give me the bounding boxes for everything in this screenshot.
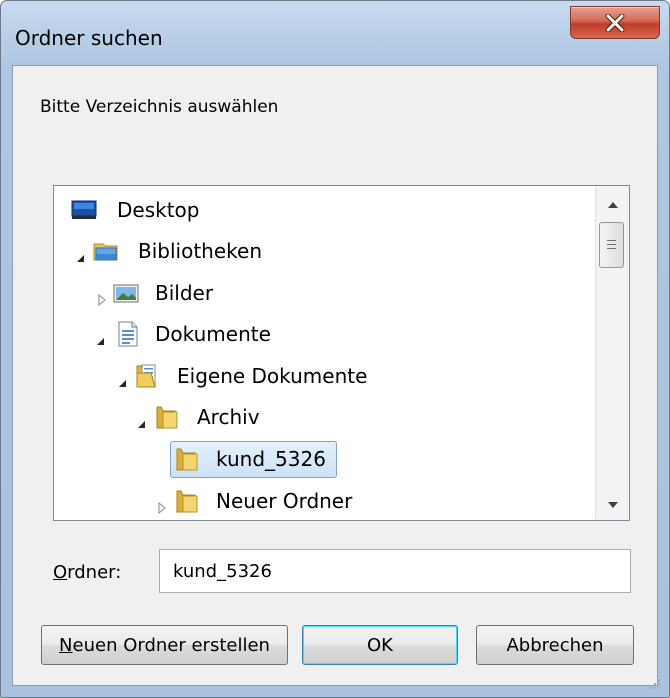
folder-icon [175, 446, 199, 471]
documents-library-icon [115, 321, 139, 347]
tree-item-label: kund_5326 [216, 447, 326, 471]
close-button[interactable] [570, 6, 660, 39]
scroll-up-button[interactable] [596, 186, 629, 220]
folder-icon [155, 404, 179, 429]
cancel-button[interactable]: Abbrechen [476, 625, 634, 665]
instruction-text: Bitte Verzeichnis auswählen [40, 97, 279, 117]
folder-browser-dialog: Ordner suchen Bitte Verzeichnis auswähle… [0, 0, 670, 698]
collapsed-arrow-icon[interactable] [156, 495, 168, 515]
scrollbar-thumb[interactable] [599, 222, 624, 268]
tree-item-label: Neuer Ordner [216, 489, 353, 513]
expanded-arrow-icon[interactable] [135, 411, 147, 428]
folder-field-label: Ordner: [53, 562, 121, 583]
desktop-icon [71, 198, 97, 222]
folder-label-text: rdner: [67, 562, 122, 583]
collapsed-arrow-icon[interactable] [96, 287, 108, 307]
pictures-library-icon [113, 281, 139, 305]
ok-button[interactable]: OK [302, 625, 458, 665]
tree-item-label: Bilder [155, 281, 214, 305]
scroll-down-button[interactable] [596, 486, 629, 520]
thumb-grip [607, 244, 616, 245]
scroll-up-arrow-icon [607, 194, 618, 213]
libraries-icon [93, 239, 118, 263]
thumb-grip [607, 240, 616, 241]
title-bar[interactable]: Ordner suchen [1, 1, 669, 65]
folder-icon [175, 488, 199, 513]
scroll-down-arrow-icon [607, 494, 618, 513]
expanded-arrow-icon[interactable] [116, 370, 128, 387]
new-folder-label: euen Ordner erstellen [72, 634, 270, 656]
expanded-arrow-icon[interactable] [74, 245, 86, 262]
expanded-arrow-icon[interactable] [94, 328, 106, 345]
folder-name-input[interactable] [159, 549, 631, 593]
new-folder-accel: N [59, 634, 73, 656]
close-icon [571, 7, 659, 38]
tree-item-label: Dokumente [155, 322, 271, 346]
tree-item-label: Desktop [117, 198, 200, 222]
documents-folder-icon [135, 363, 159, 388]
folder-tree[interactable]: Desktop Bibliotheken Bilder Dokumente Ei… [53, 185, 630, 521]
dialog-title: Ordner suchen [15, 26, 163, 50]
new-folder-button[interactable]: Neuen Ordner erstellen [41, 625, 288, 665]
resize-grip-icon[interactable] [647, 675, 661, 689]
thumb-grip [607, 248, 616, 249]
tree-item-label: Eigene Dokumente [177, 364, 368, 388]
vertical-scrollbar[interactable] [595, 186, 629, 520]
tree-item-label: Archiv [197, 405, 260, 429]
tree-item-label: Bibliotheken [138, 239, 262, 263]
folder-label-accel: O [53, 562, 68, 583]
